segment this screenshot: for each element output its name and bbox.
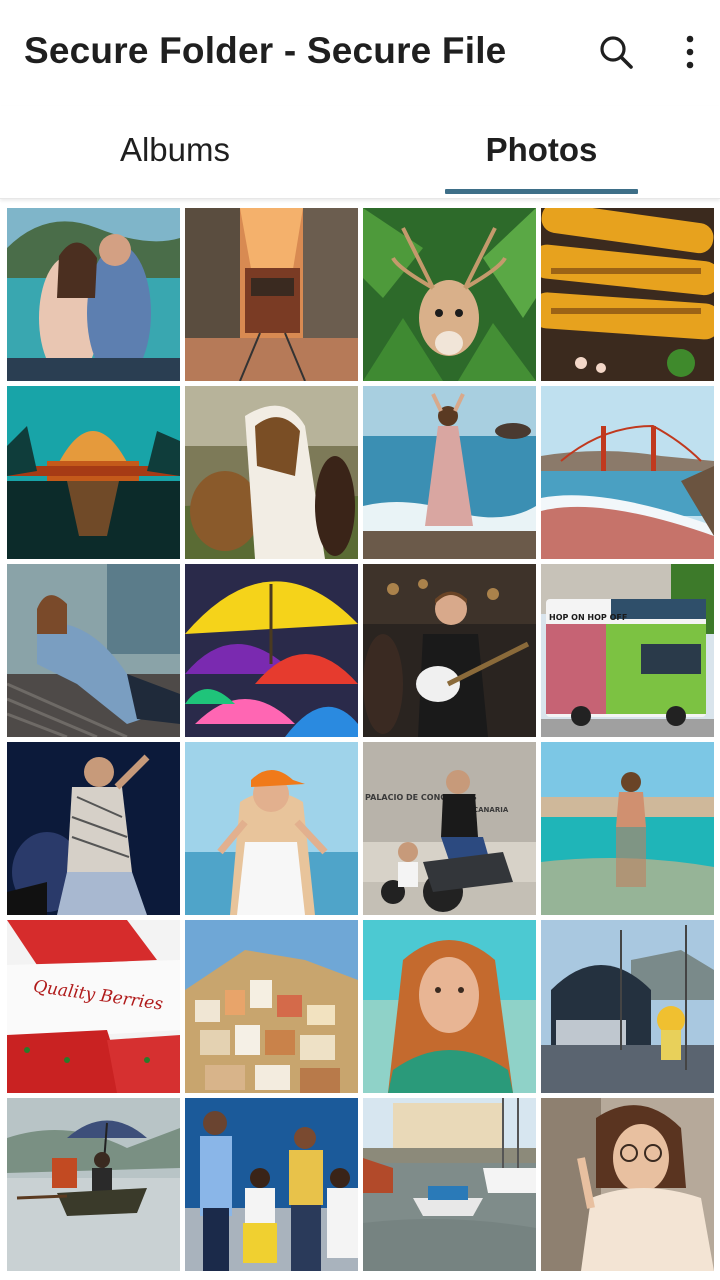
top-app-bar: Secure Folder - Secure File xyxy=(0,0,720,106)
selected-tab-indicator xyxy=(445,189,638,194)
search-icon xyxy=(598,34,634,75)
photo-thumbnail[interactable] xyxy=(185,742,358,915)
photo-thumbnail[interactable] xyxy=(541,386,714,559)
photo-thumbnail[interactable]: PALACIO DE CONGRESOS CANARIA xyxy=(363,742,536,915)
photo-thumbnail[interactable] xyxy=(7,742,180,915)
photo-thumbnail[interactable] xyxy=(185,920,358,1093)
photo-thumbnail[interactable] xyxy=(541,1098,714,1271)
photo-thumbnail[interactable] xyxy=(363,1098,536,1271)
photo-thumbnail[interactable] xyxy=(541,920,714,1093)
photo-thumbnail[interactable]: HOP ON HOP OFF xyxy=(541,564,714,737)
building-sign-sub-text: CANARIA xyxy=(473,806,509,814)
tab-albums[interactable]: Albums xyxy=(80,106,270,194)
photo-thumbnail[interactable] xyxy=(185,1098,358,1271)
photo-thumbnail[interactable] xyxy=(7,564,180,737)
tab-photos[interactable]: Photos xyxy=(445,106,638,194)
photo-thumbnail[interactable] xyxy=(185,208,358,381)
photo-grid: HOP ON HOP OFF PALACIO DE CONGRESOS CANA… xyxy=(7,208,714,1271)
photo-thumbnail[interactable] xyxy=(363,920,536,1093)
more-options-button[interactable] xyxy=(666,30,714,78)
photo-thumbnail[interactable] xyxy=(7,1098,180,1271)
tab-bar: Albums Photos xyxy=(0,106,720,199)
page-title: Secure Folder - Secure File xyxy=(24,30,507,71)
photo-thumbnail[interactable] xyxy=(363,386,536,559)
photo-thumbnail[interactable] xyxy=(363,208,536,381)
photo-thumbnail[interactable] xyxy=(541,208,714,381)
secure-folder-app: Secure Folder - Secure File Albums Photo… xyxy=(0,0,720,1280)
photo-thumbnail[interactable] xyxy=(185,564,358,737)
photo-thumbnail[interactable] xyxy=(363,564,536,737)
photo-thumbnail[interactable] xyxy=(541,742,714,915)
photo-thumbnail[interactable] xyxy=(7,208,180,381)
photo-thumbnail[interactable] xyxy=(185,386,358,559)
more-vert-icon xyxy=(684,34,696,75)
search-button[interactable] xyxy=(592,30,640,78)
photo-thumbnail[interactable]: Quality Berries xyxy=(7,920,180,1093)
bus-banner-text: HOP ON HOP OFF xyxy=(549,613,627,622)
photo-thumbnail[interactable] xyxy=(7,386,180,559)
